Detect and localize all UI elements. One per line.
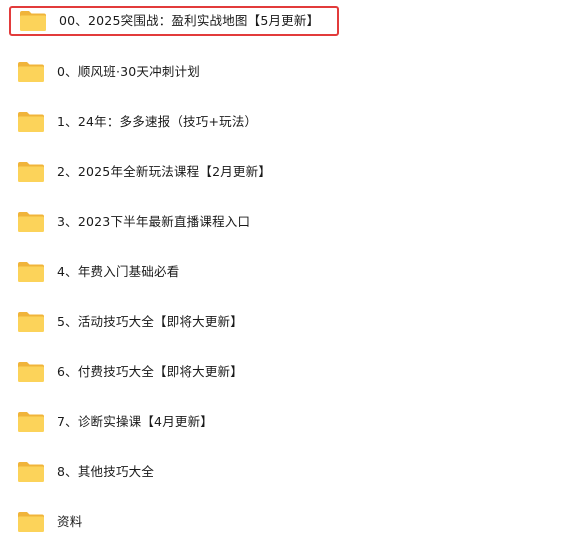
folder-label: 3、2023下半年最新直播课程入口 <box>57 214 251 229</box>
folder-label: 5、活动技巧大全【即将大更新】 <box>57 314 243 329</box>
folder-row-0[interactable]: 0、顺风班·30天冲刺计划 <box>17 57 200 87</box>
folder-icon <box>17 211 45 233</box>
folder-label: 资料 <box>57 514 83 529</box>
folder-row-3[interactable]: 3、2023下半年最新直播课程入口 <box>17 207 250 237</box>
folder-label: 7、诊断实操课【4月更新】 <box>57 414 214 429</box>
folder-row-8[interactable]: 8、其他技巧大全 <box>17 457 154 487</box>
folder-row-2[interactable]: 2、2025年全新玩法课程【2月更新】 <box>17 157 271 187</box>
folder-icon <box>17 361 45 383</box>
folder-label: 00、2025突围战：盈利实战地图【5月更新】 <box>59 13 320 28</box>
folder-icon <box>17 61 45 83</box>
folder-row-5[interactable]: 5、活动技巧大全【即将大更新】 <box>17 307 243 337</box>
folder-row-7[interactable]: 7、诊断实操课【4月更新】 <box>17 407 213 437</box>
folder-icon <box>17 411 45 433</box>
folder-label: 1、24年：多多速报（技巧+玩法） <box>57 114 258 129</box>
folder-icon <box>17 111 45 133</box>
folder-row-00[interactable]: 00、2025突围战：盈利实战地图【5月更新】 <box>9 6 339 36</box>
folder-icon <box>17 461 45 483</box>
folder-label: 4、年费入门基础必看 <box>57 264 180 279</box>
folder-row-4[interactable]: 4、年费入门基础必看 <box>17 257 179 287</box>
folder-label: 2、2025年全新玩法课程【2月更新】 <box>57 164 272 179</box>
folder-row-resources[interactable]: 资料 <box>17 507 82 537</box>
folder-label: 6、付费技巧大全【即将大更新】 <box>57 364 243 379</box>
folder-icon <box>19 10 47 32</box>
folder-list: 00、2025突围战：盈利实战地图【5月更新】 0、顺风班·30天冲刺计划 1、… <box>0 0 586 547</box>
folder-icon <box>17 261 45 283</box>
folder-row-1[interactable]: 1、24年：多多速报（技巧+玩法） <box>17 107 257 137</box>
folder-icon <box>17 511 45 533</box>
folder-icon <box>17 311 45 333</box>
folder-icon <box>17 161 45 183</box>
folder-row-6[interactable]: 6、付费技巧大全【即将大更新】 <box>17 357 243 387</box>
folder-label: 8、其他技巧大全 <box>57 464 155 479</box>
folder-label: 0、顺风班·30天冲刺计划 <box>57 64 200 79</box>
